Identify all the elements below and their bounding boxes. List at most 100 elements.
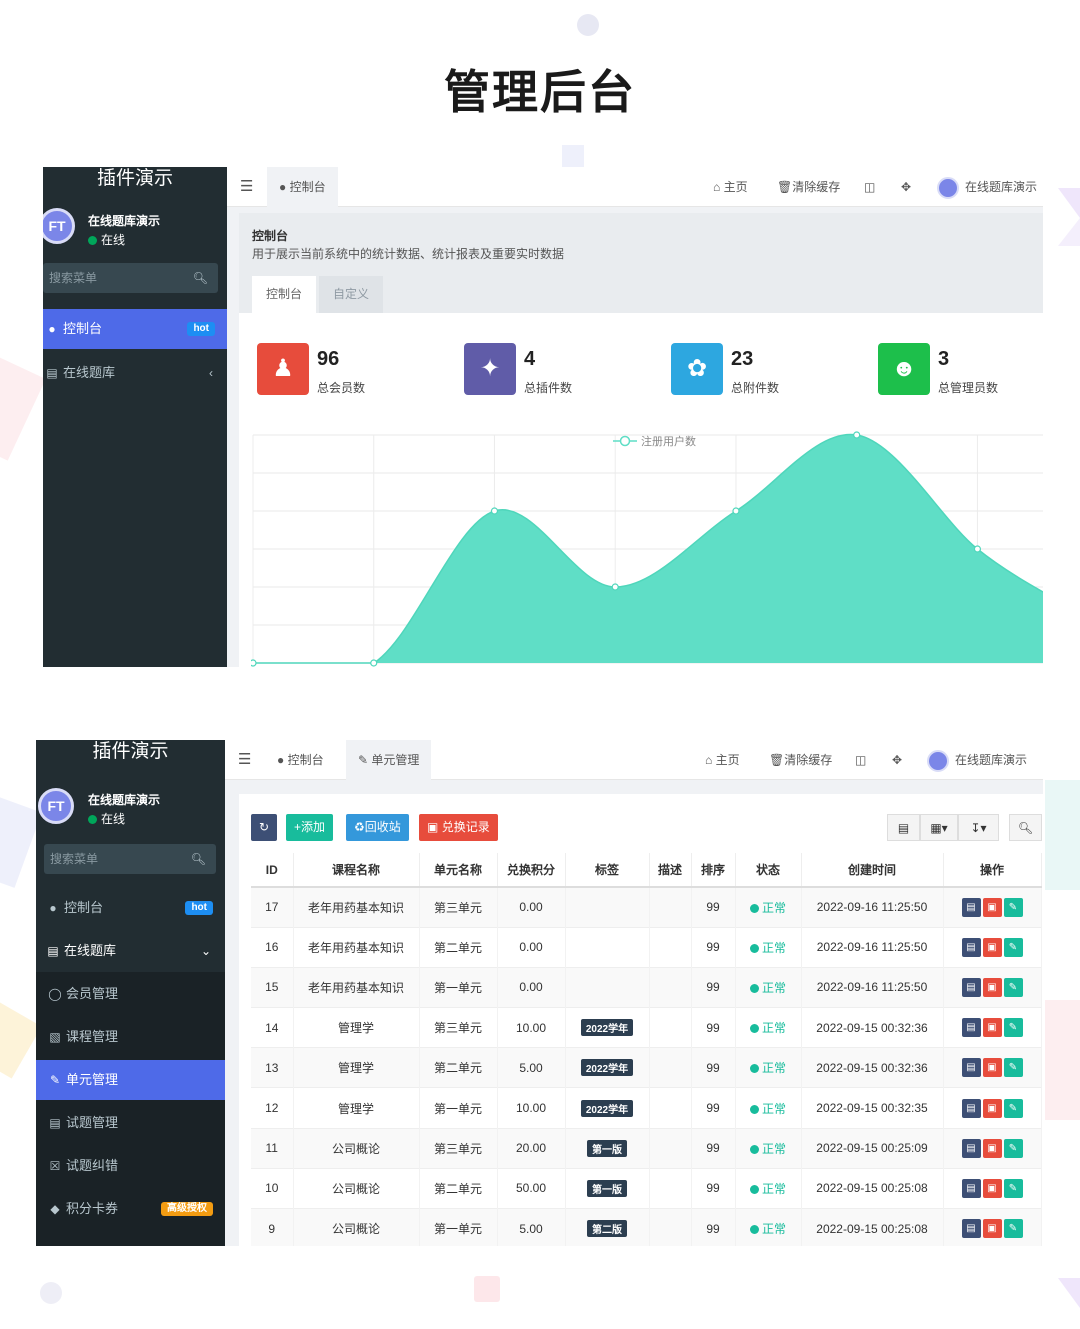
column-header[interactable]: 单元名称 bbox=[419, 853, 498, 888]
sidebar-item-question-bank[interactable]: ▤ 在线题库 ⌄ bbox=[36, 931, 225, 971]
sidebar-item-question-bank[interactable]: ▤ 在线题库 ‹ bbox=[43, 353, 227, 393]
column-header[interactable]: 状态 bbox=[735, 853, 802, 888]
tab-dashboard[interactable]: ● 控制台 bbox=[267, 167, 338, 207]
exchange-button[interactable]: ▣ bbox=[982, 977, 1002, 997]
detail-button[interactable]: ▤ bbox=[961, 1219, 981, 1239]
home-link[interactable]: ⌂ 主页 bbox=[713, 167, 748, 207]
menu-toggle-icon[interactable]: ☰ bbox=[240, 167, 253, 207]
table-row[interactable]: 14 管理学 第三单元 10.00 2022学年 99 正常 2022-09-15 00:32… bbox=[251, 1007, 1042, 1048]
user-menu[interactable]: 在线题库演示 bbox=[937, 167, 1037, 207]
table-row[interactable]: 10 公司概论 第二单元 50.00 第一版 99 正常 2022-09-15 00:25:0… bbox=[251, 1167, 1042, 1209]
table-row[interactable]: 9 公司概论 第一单元 5.00 第二版 99 正常 2022-09-15 00:25:08 ▤… bbox=[251, 1207, 1042, 1246]
sidebar-item-coupons[interactable]: ◆ 积分卡券 高级授权 bbox=[36, 1189, 225, 1229]
sidebar-item-dashboard[interactable]: ● 控制台 hot bbox=[36, 888, 225, 928]
tab-custom[interactable]: 自定义 bbox=[319, 276, 384, 313]
status-badge[interactable]: 正常 bbox=[749, 1182, 786, 1196]
translate-icon[interactable]: ◫ bbox=[855, 740, 866, 780]
exchange-button[interactable]: ▣ bbox=[982, 897, 1002, 917]
exchange-button[interactable]: ▣ bbox=[982, 1058, 1002, 1078]
sidebar-item-questions[interactable]: ▤ 试题管理 bbox=[36, 1103, 225, 1143]
avatar[interactable]: FT bbox=[43, 208, 75, 244]
sidebar-item-label: 单元管理 bbox=[66, 1072, 119, 1087]
detail-button[interactable]: ▤ bbox=[961, 1018, 981, 1038]
status-badge[interactable]: 正常 bbox=[749, 1021, 786, 1035]
translate-icon[interactable]: ◫ bbox=[864, 167, 875, 207]
edit-button[interactable]: ✎ bbox=[1003, 937, 1023, 957]
column-header[interactable]: 课程名称 bbox=[293, 853, 420, 888]
detail-button[interactable]: ▤ bbox=[961, 977, 981, 997]
exchange-records-button[interactable]: ▣ 兑换记录 bbox=[419, 814, 498, 841]
tab-dashboard[interactable]: ● 控制台 bbox=[277, 740, 324, 780]
exchange-button[interactable]: ▣ bbox=[982, 1018, 1002, 1038]
edit-button[interactable]: ✎ bbox=[1003, 1098, 1023, 1118]
fullscreen-icon[interactable]: ✥ bbox=[901, 167, 911, 207]
status-badge[interactable]: 正常 bbox=[749, 1142, 786, 1156]
status-badge[interactable]: 正常 bbox=[749, 901, 786, 915]
detail-button[interactable]: ▤ bbox=[961, 937, 981, 957]
table-row[interactable]: 15 老年用药基本知识 第一单元 0.00 99 正常 2022-09-16 11:25:5… bbox=[251, 966, 1042, 1008]
search-toggle-button[interactable]: 🔍︎ bbox=[1009, 814, 1042, 841]
sidebar-item-units[interactable]: ✎ 单元管理 bbox=[36, 1060, 225, 1100]
exchange-button[interactable]: ▣ bbox=[982, 937, 1002, 957]
clear-cache-button[interactable]: 🗑︎清除缓存 bbox=[769, 740, 832, 780]
refresh-button[interactable]: ↻ bbox=[251, 814, 278, 841]
edit-button[interactable]: ✎ bbox=[1003, 1138, 1023, 1158]
detail-button[interactable]: ▤ bbox=[961, 1098, 981, 1118]
sidebar-item-courses[interactable]: ▧ 课程管理 bbox=[36, 1017, 225, 1057]
edit-button[interactable]: ✎ bbox=[1003, 1018, 1023, 1038]
exchange-button[interactable]: ▣ bbox=[982, 1098, 1002, 1118]
column-header[interactable]: 操作 bbox=[943, 853, 1042, 888]
column-header[interactable]: 描述 bbox=[649, 853, 692, 888]
column-header[interactable]: 兑换积分 bbox=[497, 853, 566, 888]
cell-tag: 第一版 bbox=[565, 1127, 650, 1169]
exchange-button[interactable]: ▣ bbox=[982, 1219, 1002, 1239]
status-badge[interactable]: 正常 bbox=[749, 1222, 786, 1236]
toggle-view-button[interactable]: ▤ bbox=[887, 814, 920, 841]
sidebar-item-members[interactable]: ◯ 会员管理 bbox=[36, 974, 225, 1014]
edit-button[interactable]: ✎ bbox=[1003, 1058, 1023, 1078]
search-icon[interactable]: 🔍︎ bbox=[193, 263, 208, 293]
table-row[interactable]: 16 老年用药基本知识 第二单元 0.00 99 正常 2022-09-16 11:25:5… bbox=[251, 926, 1042, 968]
detail-button[interactable]: ▤ bbox=[961, 897, 981, 917]
sidebar-item-dashboard[interactable]: ● 控制台 hot bbox=[43, 309, 227, 349]
user-menu[interactable]: 在线题库演示 bbox=[927, 740, 1027, 780]
cell-course: 老年用药基本知识 bbox=[293, 926, 420, 968]
column-header[interactable]: 创建时间 bbox=[801, 853, 944, 888]
table-row[interactable]: 11 公司概论 第三单元 20.00 第一版 99 正常 2022-09-15 00:25:0… bbox=[251, 1127, 1042, 1169]
edit-button[interactable]: ✎ bbox=[1003, 897, 1023, 917]
sidebar-item-corrections[interactable]: ☒ 试题纠错 bbox=[36, 1146, 225, 1186]
column-header[interactable]: ID bbox=[251, 853, 294, 888]
edit-button[interactable]: ✎ bbox=[1003, 1178, 1023, 1198]
detail-button[interactable]: ▤ bbox=[961, 1138, 981, 1158]
avatar[interactable]: FT bbox=[38, 788, 74, 824]
columns-button[interactable]: ▦▾ bbox=[920, 814, 958, 841]
detail-button[interactable]: ▤ bbox=[961, 1058, 981, 1078]
table-row[interactable]: 13 管理学 第二单元 5.00 2022学年 99 正常 2022-09-15 00:32:… bbox=[251, 1047, 1042, 1088]
status-badge[interactable]: 正常 bbox=[749, 1061, 786, 1075]
column-header[interactable]: 排序 bbox=[691, 853, 736, 888]
menu-search-input[interactable]: 搜索菜单 🔍︎ bbox=[44, 844, 216, 874]
sidebar-item-label: 试题管理 bbox=[66, 1115, 119, 1130]
exchange-button[interactable]: ▣ bbox=[982, 1138, 1002, 1158]
edit-button[interactable]: ✎ bbox=[1003, 1219, 1023, 1239]
status-badge[interactable]: 正常 bbox=[749, 1102, 786, 1116]
table-row[interactable]: 17 老年用药基本知识 第三单元 0.00 99 正常 2022-09-16 11:25:5… bbox=[251, 886, 1042, 928]
edit-button[interactable]: ✎ bbox=[1003, 977, 1023, 997]
add-button[interactable]: +添加 bbox=[286, 814, 334, 841]
export-button[interactable]: ↧▾ bbox=[958, 814, 999, 841]
tab-unit-management[interactable]: ✎ 单元管理 bbox=[346, 740, 432, 780]
detail-button[interactable]: ▤ bbox=[961, 1178, 981, 1198]
search-icon[interactable]: 🔍︎ bbox=[191, 844, 206, 874]
clear-cache-button[interactable]: 🗑︎清除缓存 bbox=[777, 167, 840, 207]
recycle-bin-button[interactable]: ♻回收站 bbox=[346, 814, 409, 841]
home-link[interactable]: ⌂ 主页 bbox=[705, 740, 740, 780]
menu-search-input[interactable]: 搜索菜单 🔍︎ bbox=[43, 263, 218, 293]
menu-toggle-icon[interactable]: ☰ bbox=[238, 740, 251, 780]
status-badge[interactable]: 正常 bbox=[749, 981, 786, 995]
status-badge[interactable]: 正常 bbox=[749, 941, 786, 955]
exchange-button[interactable]: ▣ bbox=[982, 1178, 1002, 1198]
fullscreen-icon[interactable]: ✥ bbox=[892, 740, 902, 780]
tab-console[interactable]: 控制台 bbox=[252, 276, 317, 313]
table-row[interactable]: 12 管理学 第一单元 10.00 2022学年 99 正常 2022-09-15 00:32… bbox=[251, 1087, 1042, 1129]
column-header[interactable]: 标签 bbox=[565, 853, 650, 888]
